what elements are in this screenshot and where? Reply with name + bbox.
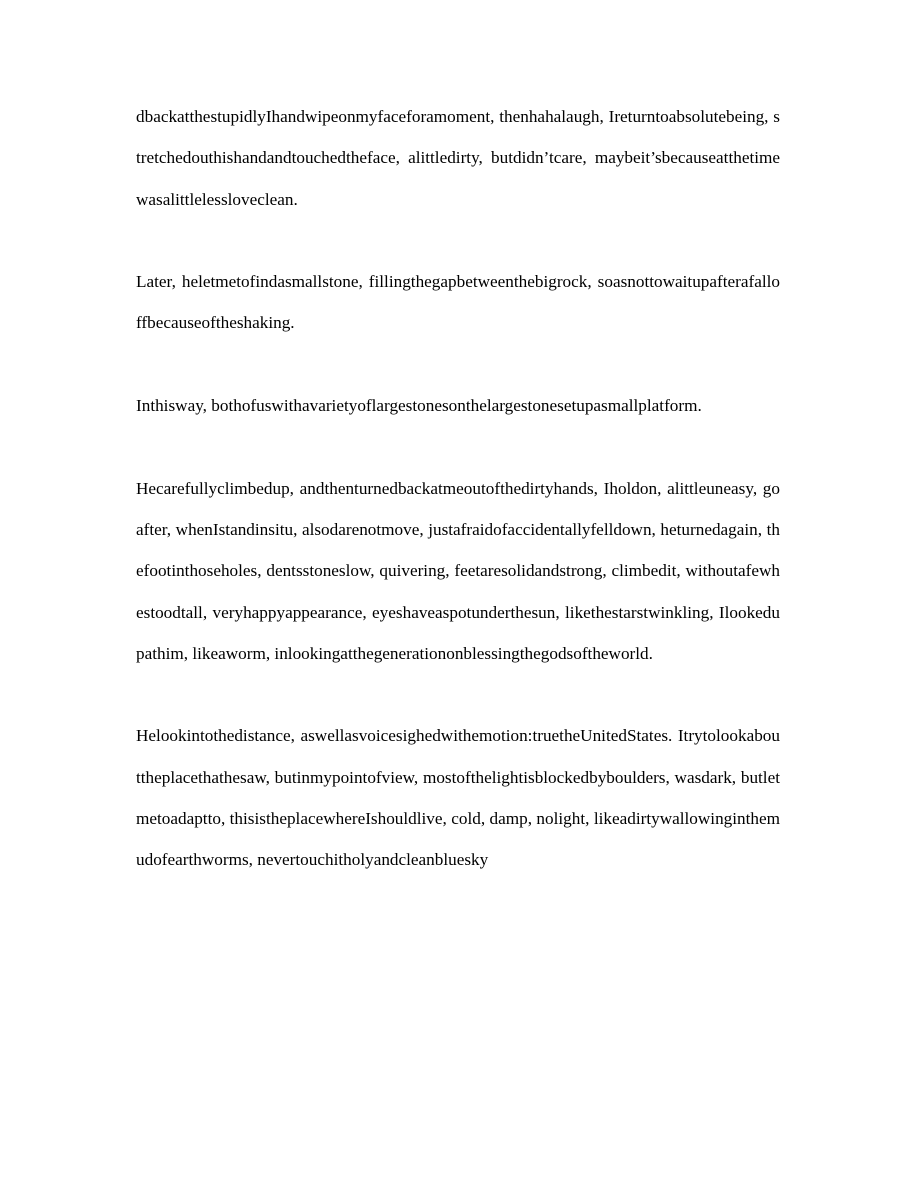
document-page: dbackatthestupidlyIhandwipeonmyfaceforam… [0,0,920,1191]
document-text-body: dbackatthestupidlyIhandwipeonmyfaceforam… [136,96,780,881]
paragraph-3: Inthisway, bothofuswithavarietyoflargest… [136,396,702,416]
paragraph-1: dbackatthestupidlyIhandwipeonmyfaceforam… [136,107,780,209]
paragraph-5: Helookintothedistance, aswellasvoicesigh… [136,726,780,870]
paragraph-4: Hecarefullyclimbedup, andthenturnedbacka… [136,478,780,663]
paragraph-2: Later, heletmetofindasmallstone, filling… [136,272,780,333]
